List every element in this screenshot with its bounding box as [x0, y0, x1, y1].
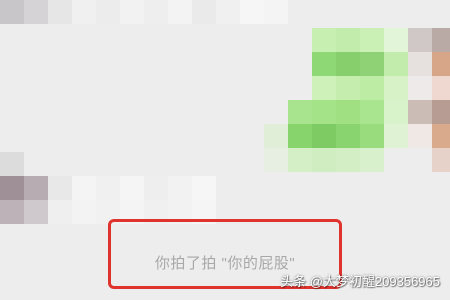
mosaic-tile: [192, 0, 216, 24]
mosaic-tile: [120, 176, 144, 200]
mosaic-tile: [336, 28, 360, 52]
mosaic-tile: [384, 76, 408, 100]
mosaic-tile: [216, 0, 240, 24]
mosaic-tile: [264, 0, 288, 24]
mosaic-tile: [48, 0, 72, 24]
mosaic-tile: [48, 200, 72, 224]
mosaic-tile: [288, 124, 312, 148]
mosaic-tile: [336, 148, 360, 172]
mosaic-tile: [360, 76, 384, 100]
mosaic-tile: [72, 200, 96, 224]
mosaic-tile: [360, 100, 384, 124]
mosaic-tile: [288, 148, 312, 172]
mosaic-tile: [384, 100, 408, 124]
mosaic-tile: [312, 124, 336, 148]
mosaic-tile: [432, 100, 450, 124]
mosaic-tile: [312, 28, 336, 52]
mosaic-tile: [312, 52, 336, 76]
mosaic-tile: [144, 176, 168, 200]
source-watermark: 头条 @大梦初醒209356965: [280, 274, 440, 289]
mosaic-tile: [192, 176, 216, 200]
mosaic-tile: [240, 0, 264, 24]
mosaic-tile: [336, 76, 360, 100]
mosaic-tile: [24, 0, 48, 24]
mosaic-tile: [0, 152, 24, 176]
mosaic-tile: [0, 200, 24, 224]
mosaic-tile: [312, 100, 336, 124]
mosaic-tile: [360, 148, 384, 172]
mosaic-tile: [360, 124, 384, 148]
mosaic-tile: [432, 124, 450, 148]
mosaic-tile: [408, 76, 432, 100]
mosaic-tile: [384, 52, 408, 76]
mosaic-tile: [432, 76, 450, 100]
mosaic-tile: [96, 176, 120, 200]
mosaic-tile: [384, 28, 408, 52]
mosaic-tile: [432, 28, 450, 52]
mosaic-tile: [408, 52, 432, 76]
mosaic-tile: [408, 28, 432, 52]
mosaic-tile: [336, 124, 360, 148]
mosaic-tile: [264, 124, 288, 148]
mosaic-tile: [144, 0, 168, 24]
mosaic-tile: [408, 100, 432, 124]
mosaic-tile: [264, 148, 288, 172]
mosaic-tile: [96, 0, 120, 24]
mosaic-tile: [0, 0, 24, 24]
mosaic-tile: [24, 200, 48, 224]
mosaic-tile: [72, 176, 96, 200]
mosaic-tile: [120, 0, 144, 24]
mosaic-tile: [312, 76, 336, 100]
mosaic-tile: [336, 52, 360, 76]
mosaic-tile: [312, 148, 336, 172]
mosaic-tile: [432, 52, 450, 76]
mosaic-tile: [432, 148, 450, 172]
mosaic-tile: [360, 52, 384, 76]
mosaic-tile: [384, 124, 408, 148]
pat-notice-text: 你拍了拍 "你的屁股": [154, 255, 296, 272]
mosaic-tile: [336, 100, 360, 124]
mosaic-tile: [48, 176, 72, 200]
mosaic-tile: [24, 176, 48, 200]
mosaic-tile: [168, 176, 192, 200]
mosaic-tile: [408, 124, 432, 148]
mosaic-tile: [360, 28, 384, 52]
mosaic-tile: [168, 0, 192, 24]
mosaic-tile: [72, 0, 96, 24]
mosaic-tile: [0, 176, 24, 200]
mosaic-tile: [288, 100, 312, 124]
